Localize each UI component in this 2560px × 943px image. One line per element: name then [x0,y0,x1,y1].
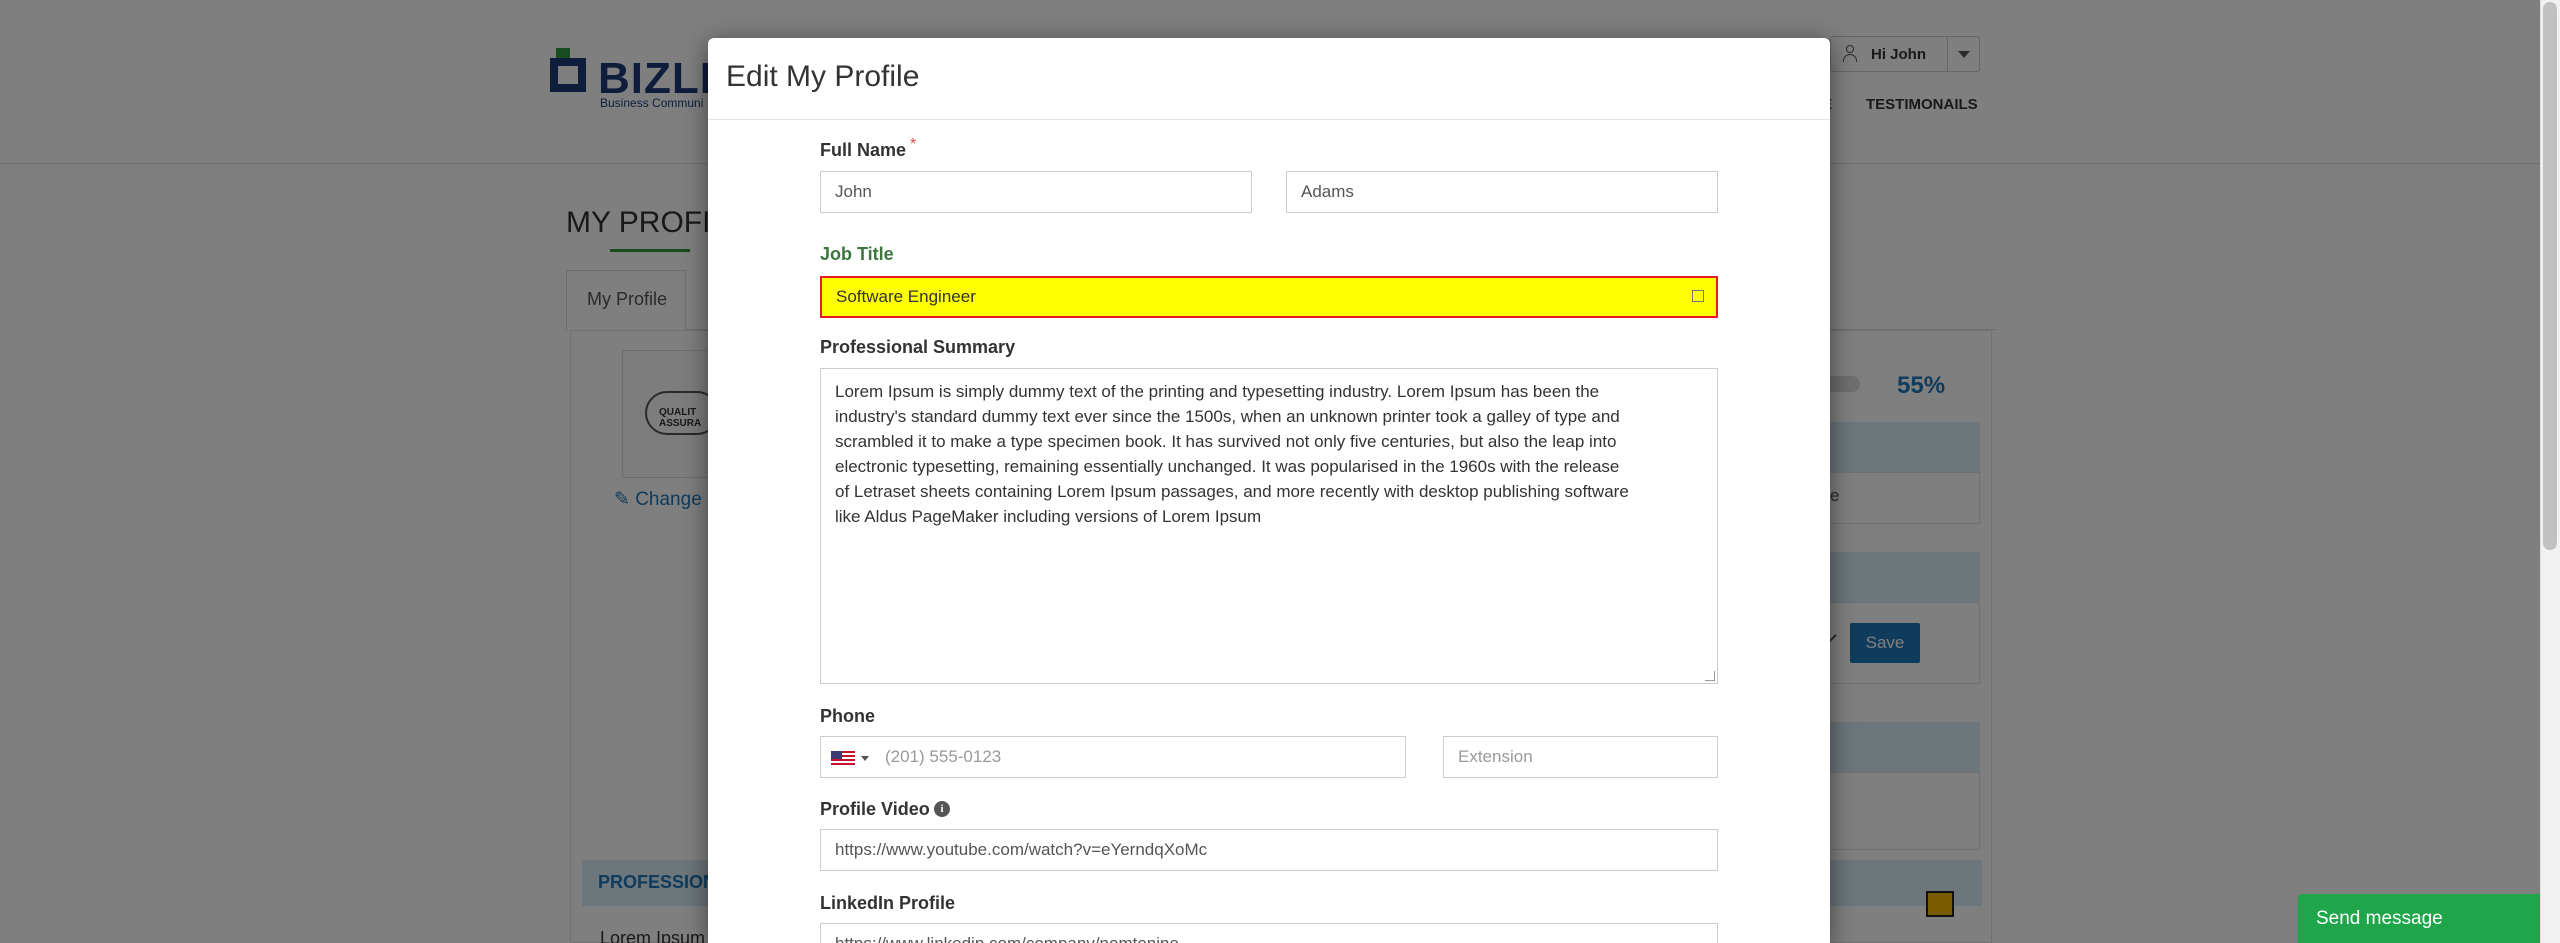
first-name-field[interactable]: John [820,171,1252,213]
select-toggle-icon [1692,290,1704,302]
phone-field[interactable]: (201) 555-0123 [820,736,1406,778]
summary-line: Lorem Ipsum is simply dummy text of the … [835,382,1600,401]
required-mark: * [910,136,917,153]
full-name-label: Full Name [820,140,907,160]
profile-video-field[interactable]: https://www.youtube.com/watch?v=eYerndqX… [820,829,1718,871]
phone-label: Phone [820,706,876,726]
extension-field[interactable]: Extension [1443,736,1718,778]
phone-placeholder: (201) 555-0123 [885,747,1002,766]
caret-down-icon[interactable] [861,756,869,761]
linkedin-field[interactable]: https://www.linkedin.com/company/nomtoni… [820,923,1718,943]
job-title-select[interactable]: Software Engineer [820,276,1718,318]
scrollbar-thumb[interactable] [2543,2,2557,550]
job-title-value: Software Engineer [836,287,976,306]
us-flag-icon[interactable] [831,751,855,765]
job-title-label: Job Title [820,244,894,264]
summary-line: industry's standard dummy text ever sinc… [835,407,1620,426]
summary-label: Professional Summary [820,337,1016,357]
modal-header: Edit My Profile [708,38,1830,120]
summary-line: scrambled it to make a type specimen boo… [835,432,1617,451]
modal-title: Edit My Profile [726,60,920,93]
summary-textarea[interactable]: Lorem Ipsum is simply dummy text of the … [820,368,1718,684]
last-name-field[interactable]: Adams [1286,171,1718,213]
summary-line: electronic typesetting, remaining essent… [835,457,1620,476]
summary-line: like Aldus PageMaker including versions … [835,507,1262,526]
profile-video-label: Profile Video [820,799,930,819]
edit-profile-modal: Edit My Profile Full Name * John Adams J… [708,38,1830,943]
info-icon[interactable]: i [934,801,950,817]
resize-handle-icon[interactable] [1705,671,1715,681]
summary-line: of Letraset sheets containing Lorem Ipsu… [835,482,1629,501]
linkedin-label: LinkedIn Profile [820,893,956,913]
send-message-button[interactable]: Send message [2298,894,2548,943]
